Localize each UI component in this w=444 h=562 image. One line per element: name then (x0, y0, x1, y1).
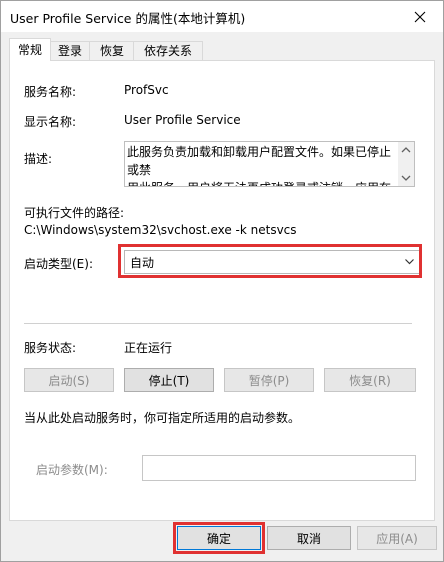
start-button[interactable]: 启动(S) (24, 368, 114, 392)
close-button[interactable] (397, 1, 443, 32)
apply-button[interactable]: 应用(A) (357, 526, 437, 550)
description-box[interactable]: 此服务负责加载和卸载用户配置文件。如果已停止或禁 用此服务，用户将无法再成功登录… (124, 141, 415, 187)
cancel-button[interactable]: 取消 (267, 526, 351, 550)
pause-button[interactable]: 暂停(P) (224, 368, 314, 392)
exe-path-label: 可执行文件的路径: (24, 206, 125, 220)
general-panel: 服务名称: ProfSvc 显示名称: User Profile Service… (9, 60, 435, 521)
title-bar: User Profile Service 的属性(本地计算机) (1, 1, 443, 32)
description-scrollbar[interactable] (398, 142, 414, 186)
service-name-value: ProfSvc (124, 83, 169, 97)
ok-button[interactable]: 确定 (177, 526, 261, 550)
start-params-label: 启动参数(M): (36, 463, 108, 477)
startup-type-value: 自动 (130, 256, 155, 270)
stop-button[interactable]: 停止(T) (124, 368, 214, 392)
start-params-input[interactable] (142, 455, 416, 481)
divider (24, 323, 412, 324)
tab-dependencies[interactable]: 依存关系 (133, 41, 203, 60)
service-name-label: 服务名称: (24, 85, 77, 99)
description-text: 此服务负责加载和卸载用户配置文件。如果已停止或禁 用此服务，用户将无法再成功登录… (127, 145, 392, 186)
service-status-value: 正在运行 (124, 341, 173, 355)
display-name-label: 显示名称: (24, 115, 77, 129)
properties-dialog: User Profile Service 的属性(本地计算机) 常规 登录 恢复… (0, 0, 444, 562)
chevron-down-icon (405, 259, 414, 265)
close-icon (414, 11, 426, 22)
service-status-label: 服务状态: (24, 341, 77, 355)
tab-general[interactable]: 常规 (9, 38, 51, 61)
tab-logon[interactable]: 登录 (49, 41, 91, 60)
tab-recovery[interactable]: 恢复 (89, 41, 135, 60)
tab-strip: 常规 登录 恢复 依存关系 (9, 38, 435, 61)
chevron-down-icon[interactable] (401, 174, 411, 182)
display-name-value: User Profile Service (124, 113, 241, 127)
exe-path-value: C:\Windows\system32\svchost.exe -k netsv… (24, 223, 297, 237)
window-title: User Profile Service 的属性(本地计算机) (10, 11, 246, 26)
description-label: 描述: (24, 152, 53, 166)
startup-type-label: 启动类型(E): (24, 257, 93, 271)
resume-button[interactable]: 恢复(R) (324, 368, 416, 392)
startup-type-select[interactable]: 自动 (124, 250, 420, 274)
start-params-hint: 当从此处启动服务时，你可指定所适用的启动参数。 (24, 411, 301, 425)
chevron-up-icon[interactable] (401, 146, 411, 154)
